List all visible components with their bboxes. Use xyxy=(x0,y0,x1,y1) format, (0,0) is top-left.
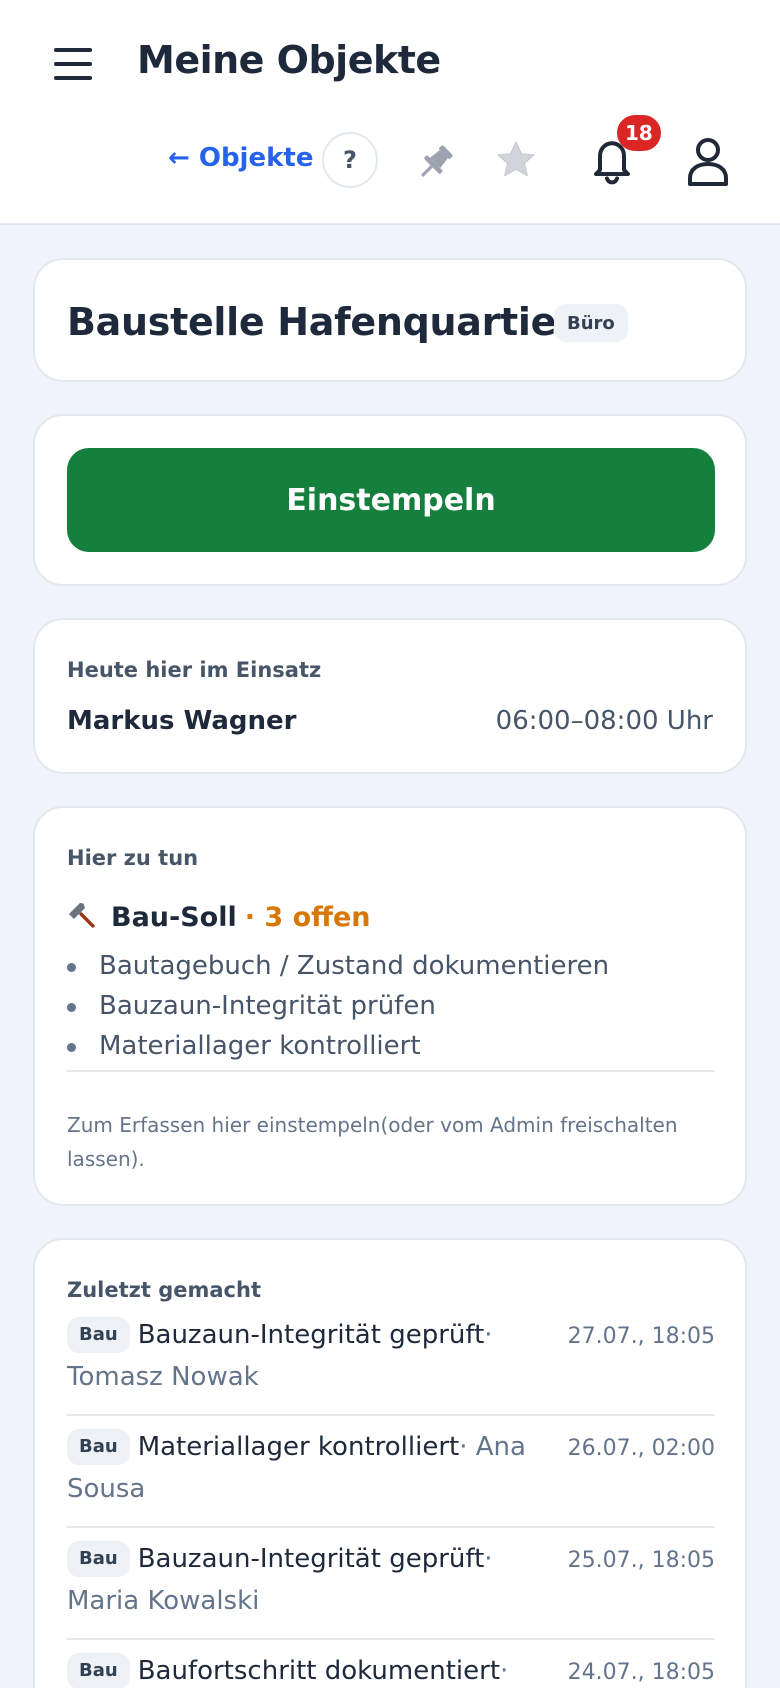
divider xyxy=(67,1526,715,1528)
site-card: Baustelle Hafenquartier Büro xyxy=(33,258,747,382)
recent-task: Bauzaun-Integrität geprüft xyxy=(137,1544,485,1574)
help-button[interactable]: ? xyxy=(322,132,378,188)
recent-task: Baufortschritt dokumentiert xyxy=(137,1656,501,1686)
recent-time: 24.07., 18:05 xyxy=(567,1660,715,1685)
list-item: Bautagebuch / Zustand dokumentieren xyxy=(67,946,609,986)
site-tag: Büro xyxy=(554,304,628,342)
recent-time: 27.07., 18:05 xyxy=(567,1324,715,1349)
page-title: Meine Objekte xyxy=(137,38,441,82)
recent-person: · xyxy=(500,1656,509,1686)
todo-list: Bautagebuch / Zustand dokumentieren Bauz… xyxy=(67,946,609,1066)
category-tag: Bau xyxy=(67,1317,130,1353)
category-tag: Bau xyxy=(67,1429,130,1465)
list-item: Materiallager kontrolliert xyxy=(67,1026,609,1066)
todo-label: Hier zu tun xyxy=(67,846,199,870)
clock-in-button[interactable]: Einstempeln xyxy=(67,448,715,552)
todo-group-header: Bau-Soll · 3 offen xyxy=(67,900,371,934)
user-icon[interactable] xyxy=(684,134,732,186)
todo-open-count: · 3 offen xyxy=(244,901,371,933)
menu-icon[interactable] xyxy=(54,48,92,80)
recent-time: 25.07., 18:05 xyxy=(567,1548,715,1573)
recent-label: Zuletzt gemacht xyxy=(67,1278,261,1302)
today-card: Heute hier im Einsatz Markus Wagner 06:0… xyxy=(33,618,747,774)
recent-card: Zuletzt gemacht Bau Bauzaun-Integrität ge… xyxy=(33,1238,747,1688)
app-header: Meine Objekte ← Objekte ? 18 xyxy=(0,0,780,225)
category-tag: Bau xyxy=(67,1653,130,1688)
todo-card: Hier zu tun Bau-Soll · 3 offen Bautagebu… xyxy=(33,806,747,1206)
pin-icon[interactable] xyxy=(412,140,458,186)
divider xyxy=(67,1070,715,1072)
notification-badge: 18 xyxy=(617,115,661,151)
star-icon[interactable] xyxy=(494,138,538,182)
today-time: 06:00–08:00 Uhr xyxy=(495,706,713,736)
list-item: Bauzaun-Integrität prüfen xyxy=(67,986,609,1026)
hammer-icon xyxy=(68,902,95,928)
site-name: Baustelle Hafenquartier xyxy=(67,300,575,344)
divider xyxy=(67,1414,715,1416)
recent-task: Materiallager kontrolliert xyxy=(137,1432,460,1462)
recent-task: Bauzaun-Integrität geprüft xyxy=(137,1320,485,1350)
recent-time: 26.07., 02:00 xyxy=(567,1436,715,1461)
today-label: Heute hier im Einsatz xyxy=(67,658,322,682)
divider xyxy=(67,1638,715,1640)
todo-group-name: Bau-Soll xyxy=(111,901,237,933)
category-tag: Bau xyxy=(67,1541,130,1577)
today-person: Markus Wagner xyxy=(67,706,297,736)
stamp-card: Einstempeln xyxy=(33,414,747,586)
back-to-objects-link[interactable]: ← Objekte xyxy=(168,143,313,173)
todo-note: Zum Erfassen hier einstempeln(oder vom A… xyxy=(67,1113,678,1171)
